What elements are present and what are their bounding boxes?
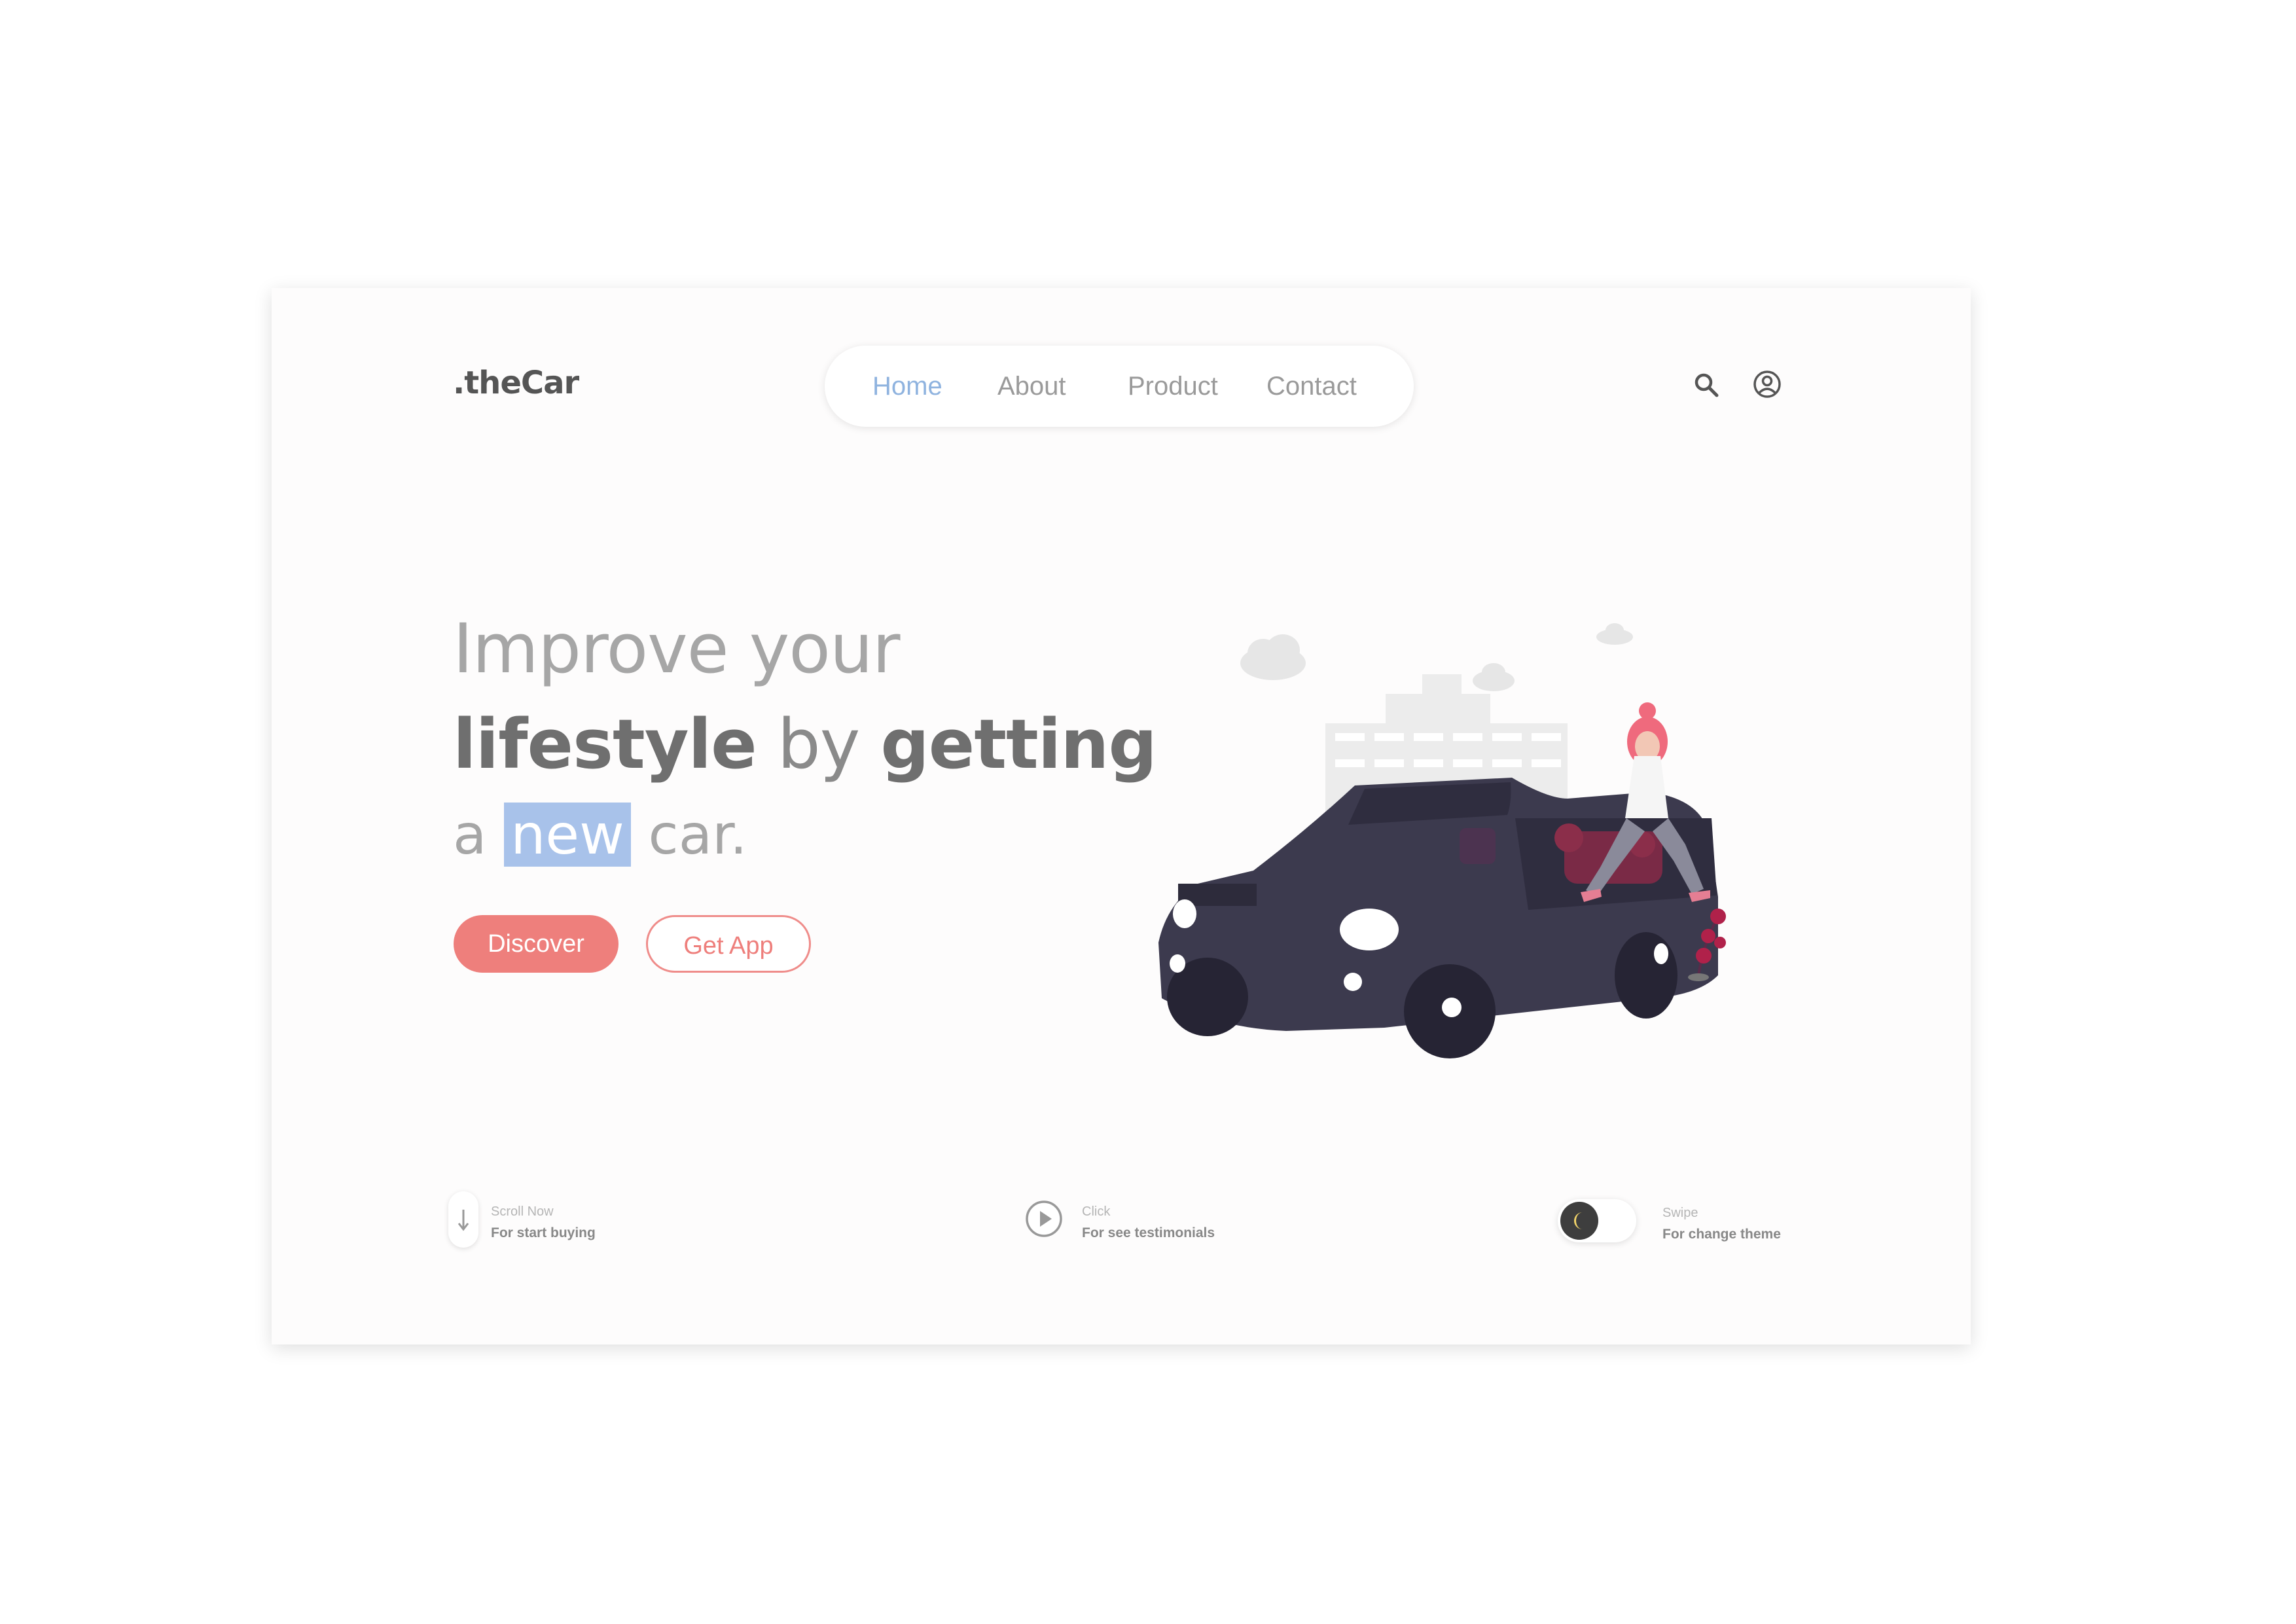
- play-icon[interactable]: [1024, 1199, 1064, 1242]
- main-nav: Home About Product Contact: [825, 346, 1414, 427]
- feature-caption: Click: [1082, 1204, 1111, 1219]
- hero-word-car: car.: [648, 803, 747, 867]
- nav-item-home[interactable]: Home: [872, 346, 942, 427]
- hero-word-a: a: [453, 803, 487, 867]
- user-account-icon[interactable]: [1752, 369, 1782, 403]
- hero-illustration: [1149, 602, 1816, 1077]
- hero-word-by: by: [777, 704, 861, 784]
- theme-toggle[interactable]: [1558, 1199, 1636, 1242]
- feature-label: For see testimonials: [1082, 1225, 1215, 1240]
- feature-label: For start buying: [491, 1225, 596, 1240]
- car-illustration: [1158, 778, 1718, 1058]
- feature-caption: Swipe: [1662, 1206, 1698, 1220]
- hero-headline-line1: Improve your: [453, 609, 901, 689]
- page-frame: .theCar Home About Product Contact Impro…: [272, 288, 1971, 1344]
- moon-toggle-icon: [1560, 1202, 1598, 1240]
- get-app-button[interactable]: Get App: [646, 915, 811, 973]
- hero-word-getting: getting: [880, 704, 1157, 784]
- site-logo[interactable]: .theCar: [453, 365, 579, 401]
- nav-item-contact[interactable]: Contact: [1266, 346, 1357, 427]
- feature-caption: Scroll Now: [491, 1204, 554, 1219]
- hero-word-lifestyle: lifestyle: [453, 704, 757, 784]
- arrow-down-icon[interactable]: [448, 1191, 478, 1248]
- feature-label: For change theme: [1662, 1227, 1781, 1242]
- hero-headline-line3: a new car.: [453, 803, 747, 867]
- search-icon[interactable]: [1693, 372, 1719, 401]
- discover-button[interactable]: Discover: [454, 915, 619, 973]
- nav-item-product[interactable]: Product: [1128, 346, 1218, 427]
- hero-highlight-new: new: [504, 803, 631, 867]
- nav-item-about[interactable]: About: [997, 346, 1066, 427]
- hero-headline-line2: lifestyle by getting: [453, 704, 1157, 784]
